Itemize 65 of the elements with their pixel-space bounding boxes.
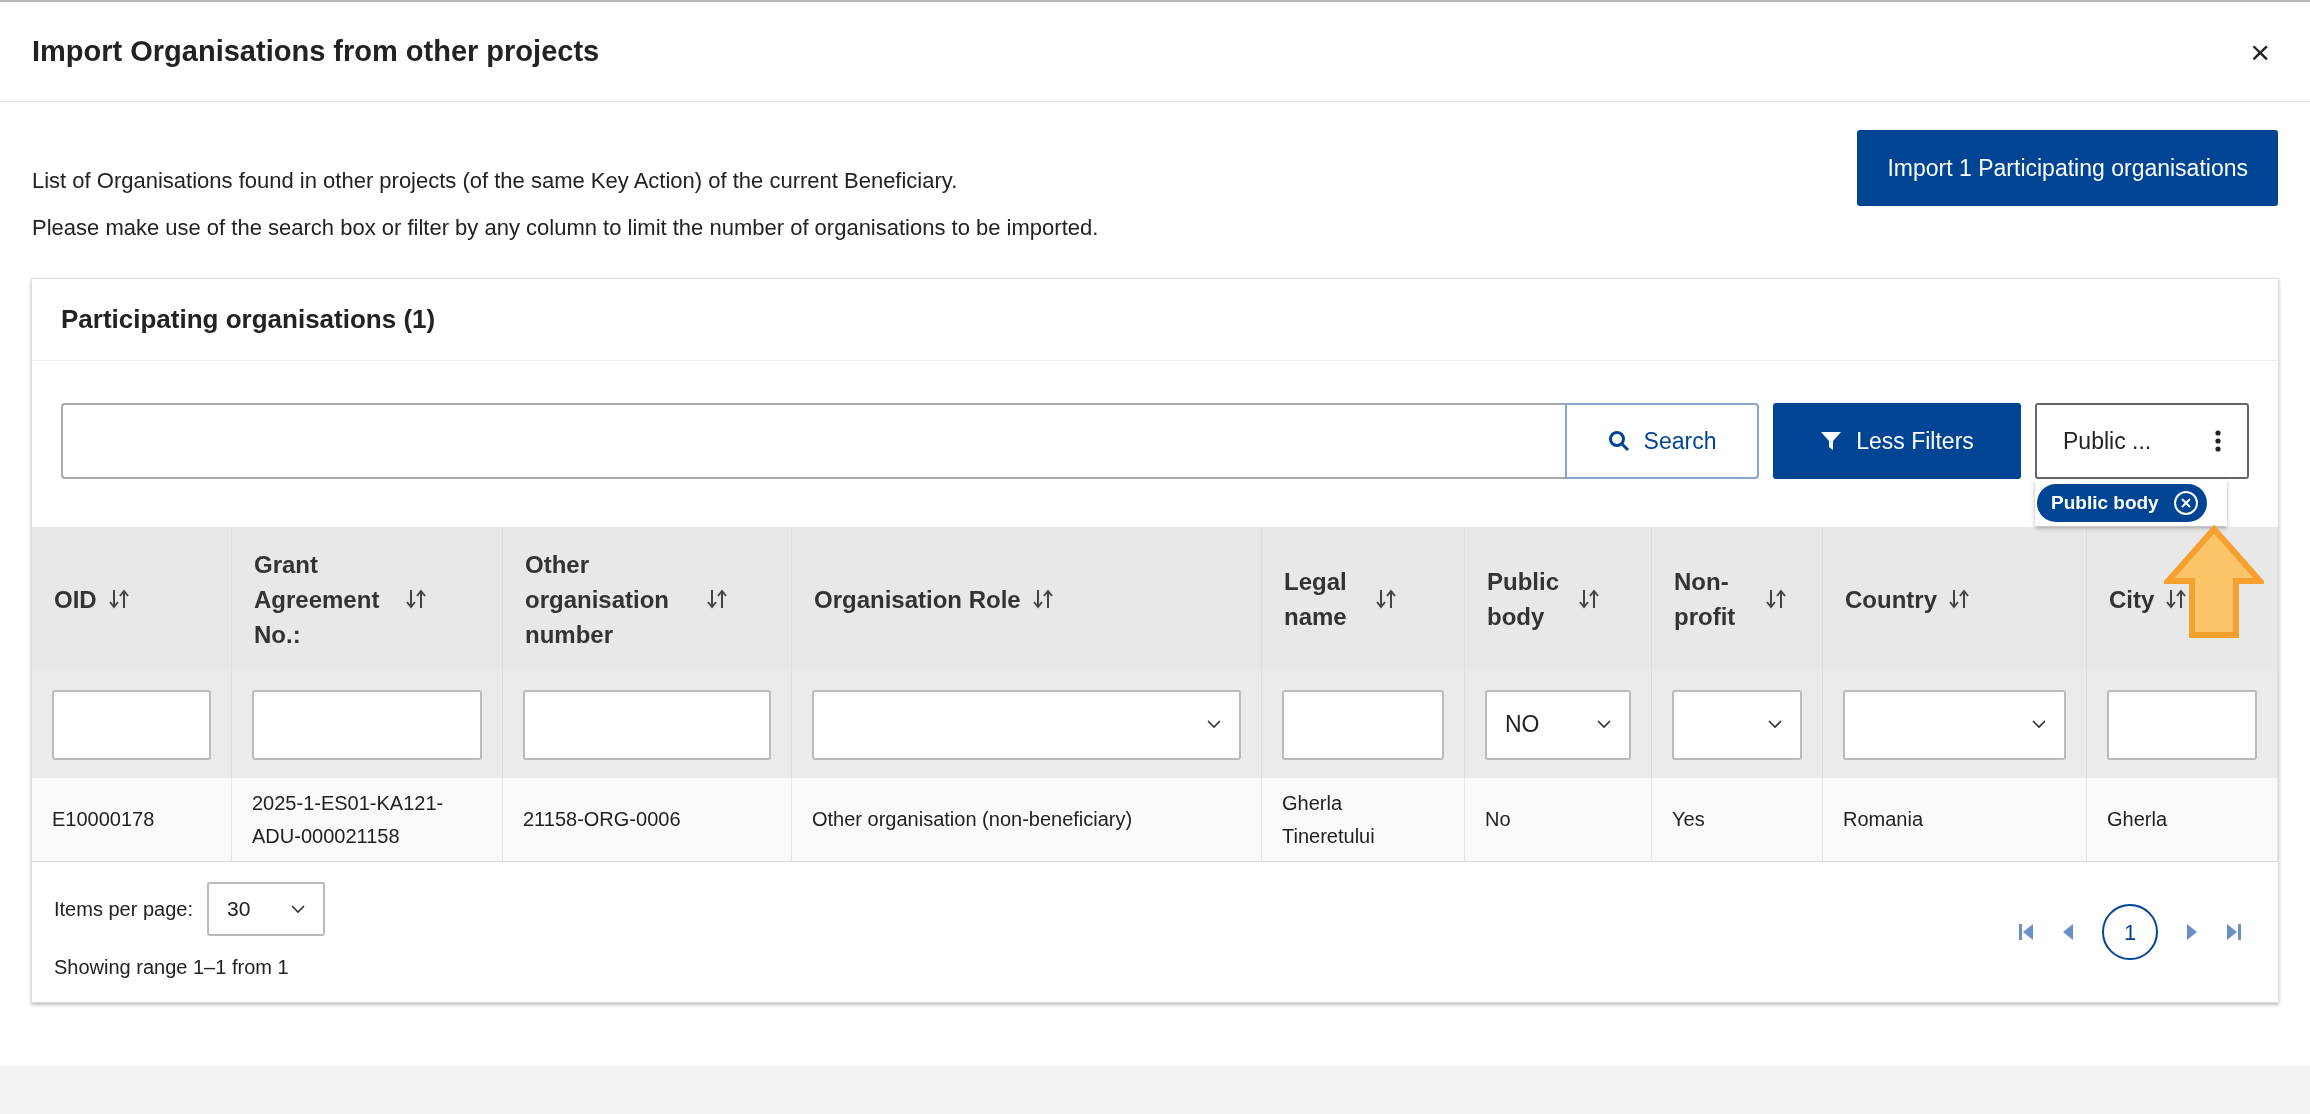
sort-icon[interactable] [106, 588, 131, 610]
chevron-down-icon [1597, 720, 1611, 729]
items-per-page-select[interactable]: 30 [206, 882, 325, 936]
filter-select[interactable] [1672, 689, 1802, 760]
column-header[interactable]: Organisation Role [814, 581, 1021, 617]
column-header[interactable]: Other organisation number [525, 546, 695, 652]
table-cell-text: E10000178 [52, 807, 155, 832]
sort-icon[interactable] [705, 588, 729, 610]
items-per-page-label: Items per page: [54, 897, 193, 922]
search-icon [1607, 430, 1630, 452]
sort-icon[interactable] [1764, 588, 1788, 610]
next-page-icon[interactable] [2186, 922, 2198, 942]
chevron-down-icon [1768, 720, 1782, 729]
filter-field[interactable] [2107, 689, 2257, 760]
column-header[interactable]: Grant Agreement No.: [254, 546, 394, 652]
column-header[interactable]: Country [1845, 581, 1937, 617]
close-button[interactable]: × [2242, 34, 2278, 69]
first-page-icon[interactable] [2018, 922, 2034, 942]
more-icon [2215, 430, 2221, 452]
page-button[interactable]: 1 [2102, 904, 2158, 960]
filter-select[interactable]: NO [1485, 689, 1631, 760]
table-cell-text: Romania [1843, 807, 1924, 832]
chevron-down-icon [290, 904, 305, 914]
filter-field[interactable] [523, 689, 771, 760]
column-header[interactable]: Non-profit [1674, 564, 1754, 634]
sort-icon[interactable] [1947, 588, 1971, 610]
column-header[interactable]: City [2109, 581, 2155, 617]
filter-chip[interactable]: Public body [2037, 484, 2207, 522]
sort-icon[interactable] [1577, 588, 1601, 610]
range-text: Showing range 1–1 from 1 [54, 955, 290, 980]
search-button[interactable]: Search [1565, 403, 1759, 479]
up-arrow-icon [2164, 525, 2264, 639]
sort-icon[interactable] [2164, 588, 2189, 610]
filter-select[interactable] [1843, 689, 2066, 760]
table-cell-text: Yes [1672, 807, 1705, 832]
column-header[interactable]: Public body [1487, 564, 1567, 634]
description-text: List of Organisations found in other projects (of the same Key Action) of the current Beneficiary. [32, 167, 959, 195]
dialog-title: Import Organisations from other projects [32, 33, 600, 69]
sort-icon[interactable] [1374, 588, 1398, 610]
sort-icon[interactable] [1030, 588, 1055, 610]
panel-title: Participating organisations (1) [61, 303, 436, 336]
filters-button[interactable]: Less Filters [1773, 403, 2021, 479]
table-cell-text: No [1485, 807, 1511, 832]
table-cell-text: Gherla [2107, 807, 2168, 832]
column-header[interactable]: Legal name [1284, 564, 1364, 634]
filter-icon [1820, 430, 1843, 452]
remove-icon[interactable] [2172, 490, 2199, 516]
chevron-down-icon [2032, 720, 2046, 729]
sort-icon[interactable] [404, 588, 428, 610]
column-header[interactable]: OID [54, 581, 97, 617]
table-cell-text: Other organisation (non-beneficiary) [812, 807, 1133, 832]
search-field[interactable] [61, 403, 1565, 479]
filter-field[interactable] [252, 689, 482, 760]
import-button[interactable]: Import 1 Participating organisations [1857, 130, 2278, 206]
last-page-icon[interactable] [2226, 922, 2242, 942]
filter-select[interactable] [812, 689, 1241, 760]
table-cell-text: 21158-ORG-0006 [523, 807, 681, 832]
previous-page-icon[interactable] [2062, 922, 2074, 942]
filter-field[interactable] [1282, 689, 1444, 760]
description-text: Please make use of the search box or filter by any column to limit the number of organisations to be imported. [32, 214, 1099, 242]
column-picker-button[interactable]: Public ... [2035, 403, 2249, 479]
filter-field[interactable] [52, 689, 211, 760]
chevron-down-icon [1207, 720, 1221, 729]
table-cell-text: 2025-1-ES01-KA121-ADU-000021158 [252, 790, 445, 849]
table-cell-text: Gherla Tineretului [1282, 790, 1376, 849]
